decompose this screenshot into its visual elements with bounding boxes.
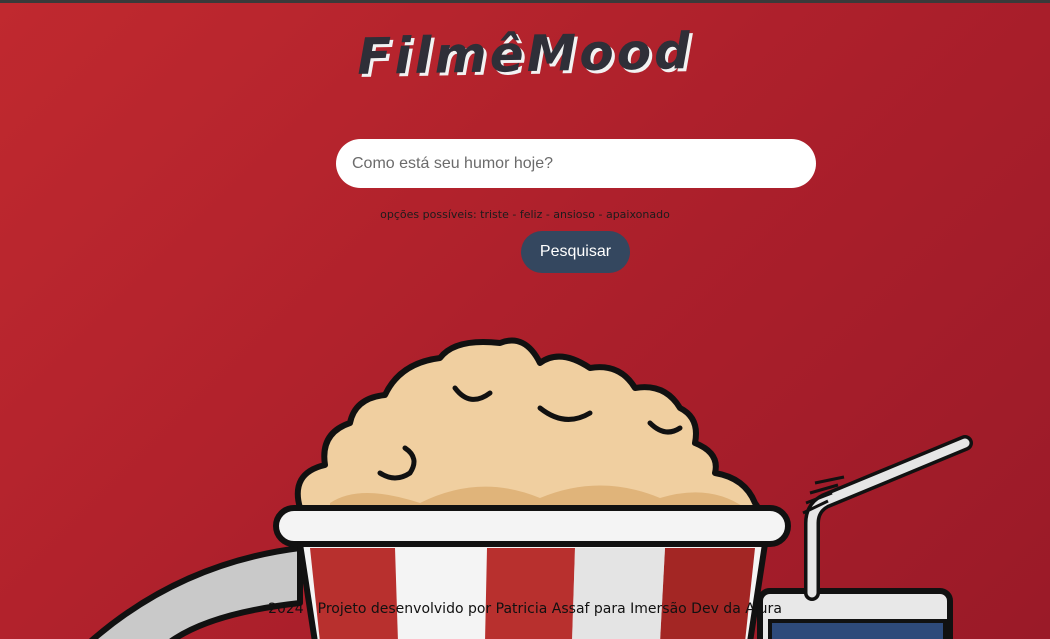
search-button[interactable]: Pesquisar <box>521 231 630 273</box>
popcorn-and-soda-icon <box>88 337 973 639</box>
footer-credit: 2024 - Projeto desenvolvido por Patricia… <box>268 601 782 617</box>
mood-search-input[interactable] <box>336 139 816 188</box>
page-title: FilmêMood <box>356 22 694 86</box>
mood-options-hint: opções possíveis: triste - feliz - ansio… <box>380 208 670 221</box>
